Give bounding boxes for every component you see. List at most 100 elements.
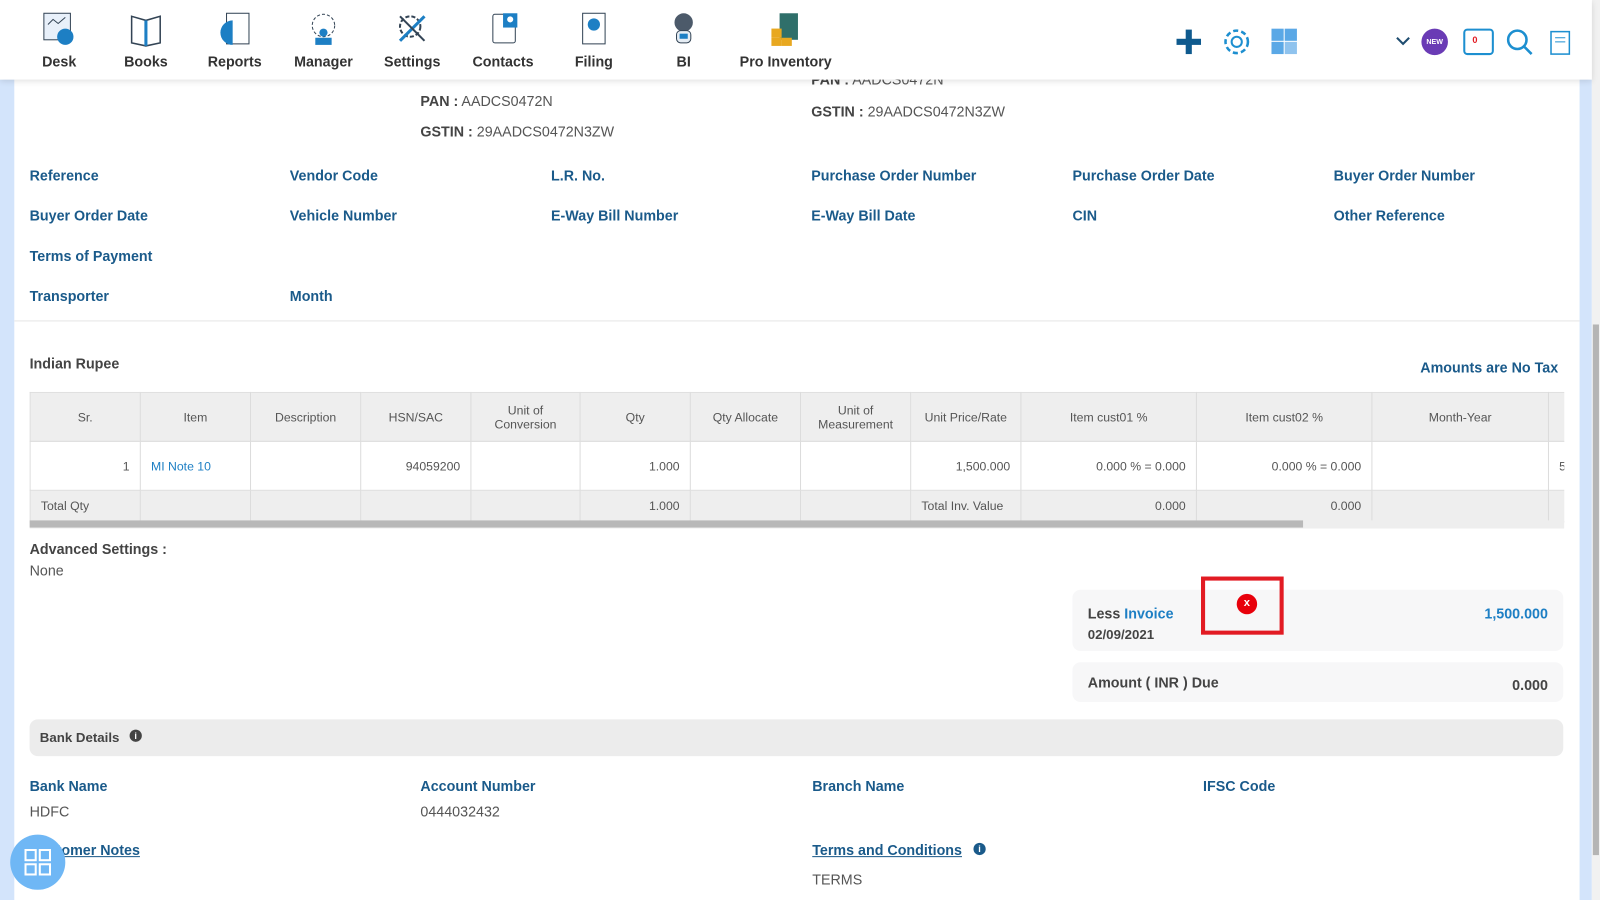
- search-icon[interactable]: [1506, 29, 1533, 61]
- field-label: Purchase Order Date: [1072, 167, 1215, 184]
- total-cell: [1371, 489, 1549, 523]
- nav-contacts[interactable]: Contacts: [467, 8, 538, 69]
- left-gutter: [0, 79, 15, 900]
- nav-manager[interactable]: Manager: [291, 8, 356, 69]
- field-label: Vendor Code: [289, 167, 378, 184]
- nav-filing[interactable]: Filing: [567, 8, 620, 69]
- pro-inventory-icon: [765, 8, 806, 49]
- nav-desk[interactable]: Desk: [38, 8, 81, 69]
- total-cell: [360, 489, 472, 523]
- field-label: Reference: [29, 167, 99, 184]
- bank-field-value: 0444032432: [420, 803, 500, 820]
- field-label: Transporter: [29, 287, 109, 305]
- column-header: HSN/SAC: [360, 391, 472, 442]
- party-pan: PAN : AADCS0472N: [420, 92, 553, 110]
- chevron-down-icon[interactable]: [1396, 33, 1410, 51]
- less-label: Less: [1087, 605, 1121, 622]
- invoice-link[interactable]: Invoice: [1124, 605, 1173, 621]
- manager-icon: [303, 8, 344, 49]
- settings-tools-icon: [392, 8, 433, 49]
- column-header: Item: [139, 391, 252, 442]
- total-cell: [249, 489, 362, 523]
- table-cell: 0.000 % = 0.000: [1020, 440, 1197, 491]
- currency-label: Indian Rupee: [29, 355, 120, 372]
- amount-due-card: Amount ( INR ) Due 0.000: [1072, 662, 1564, 703]
- clipboard-icon[interactable]: [1550, 29, 1571, 61]
- bank-details-header: Bank Details i: [29, 719, 1564, 757]
- nav-bi[interactable]: BI: [663, 8, 704, 69]
- info-icon[interactable]: i: [973, 842, 986, 856]
- scrollbar-thumb[interactable]: [29, 520, 1304, 528]
- total-cell: Total Inv. Value: [910, 489, 1022, 523]
- field-label: CIN: [1072, 207, 1098, 224]
- nav-settings[interactable]: Settings: [380, 8, 445, 69]
- nav-books[interactable]: Books: [120, 8, 171, 69]
- less-invoice-card: Less Invoice 02/09/2021 1,500.000: [1072, 589, 1564, 652]
- table-cell: 1: [29, 440, 141, 491]
- field-label: E-Way Bill Date: [811, 207, 916, 224]
- tax-note: Amounts are No Tax: [1420, 359, 1559, 376]
- field-label: E-Way Bill Number: [551, 207, 679, 224]
- table-cell: 94059200: [360, 440, 472, 491]
- field-label: Purchase Order Number: [811, 167, 977, 184]
- total-cell: [139, 489, 252, 523]
- bank-field-label: Account Number: [420, 777, 536, 794]
- divider: [14, 320, 1580, 322]
- total-cell: Total Qty: [29, 489, 141, 523]
- field-label: Terms of Payment: [29, 247, 153, 265]
- field-label: L.R. No.: [551, 167, 605, 184]
- apps-grid-button[interactable]: [10, 834, 66, 890]
- items-table-wrap: Sr. Item Description HSN/SAC Unit of Convers…: [29, 391, 1565, 529]
- advanced-settings-value: None: [29, 562, 64, 579]
- grid-icon: [24, 848, 52, 876]
- nav-pro-inventory[interactable]: Pro Inventory: [735, 8, 837, 69]
- gear-icon[interactable]: [1220, 26, 1253, 64]
- total-cell: 0.000: [1195, 489, 1373, 523]
- table-cell: [249, 440, 362, 491]
- right-gutter: [1579, 79, 1592, 900]
- total-cell: [799, 489, 912, 523]
- contacts-icon: [483, 8, 524, 49]
- column-header: Item cust02 %: [1195, 391, 1373, 442]
- invoice-amount: 1,500.000: [1484, 605, 1548, 622]
- table-cell: 5 G: [1547, 440, 1565, 491]
- nav-reports[interactable]: Reports: [204, 8, 265, 69]
- column-header: Description: [249, 391, 362, 442]
- table-cell: 1,500.000: [910, 440, 1022, 491]
- field-label: Other Reference: [1333, 207, 1445, 224]
- bank-field-label: IFSC Code: [1203, 777, 1276, 794]
- top-nav: Desk Books Reports Manager Settings Cont…: [0, 0, 1592, 80]
- field-label: Vehicle Number: [289, 207, 397, 224]
- new-badge-icon[interactable]: NEW: [1421, 28, 1448, 56]
- column-header: Qty Allocate: [689, 391, 802, 442]
- table-cell: [1371, 440, 1549, 491]
- filing-icon: [573, 8, 614, 49]
- add-button[interactable]: [1176, 29, 1203, 61]
- table-cell: 1.000: [579, 440, 691, 491]
- calculator-icon[interactable]: [1271, 28, 1298, 61]
- field-label: Month: [289, 287, 333, 305]
- horizontal-scrollbar[interactable]: [29, 520, 1565, 529]
- field-label: Buyer Order Number: [1333, 167, 1475, 184]
- column-header: Unit of Conversion: [470, 391, 581, 442]
- item-link[interactable]: MI Note 10: [139, 440, 252, 491]
- table-cell: [470, 440, 581, 491]
- bank-field-value: HDFC: [29, 803, 70, 820]
- reports-icon: [214, 8, 255, 49]
- terms-link[interactable]: Terms and Conditions: [812, 842, 962, 858]
- total-cell: [1547, 489, 1565, 523]
- notification-bell-icon[interactable]: 0: [1463, 28, 1494, 56]
- scrollbar-thumb[interactable]: [1592, 324, 1599, 856]
- ship-gstin: GSTIN : 29AADCS0472N3ZW: [811, 103, 1005, 120]
- column-header: Item cust01 %: [1020, 391, 1197, 442]
- column-header: Qty: [579, 391, 691, 442]
- books-icon: [126, 8, 167, 49]
- bi-robot-icon: [663, 8, 704, 49]
- info-icon[interactable]: i: [129, 729, 142, 742]
- remove-invoice-button[interactable]: x: [1236, 593, 1258, 615]
- bank-field-label: Bank Name: [29, 777, 108, 794]
- bank-field-label: Branch Name: [812, 777, 905, 794]
- amount-due-value: 0.000: [1512, 676, 1548, 693]
- items-table: Sr. Item Description HSN/SAC Unit of Convers…: [29, 391, 1565, 523]
- desk-icon: [39, 8, 80, 49]
